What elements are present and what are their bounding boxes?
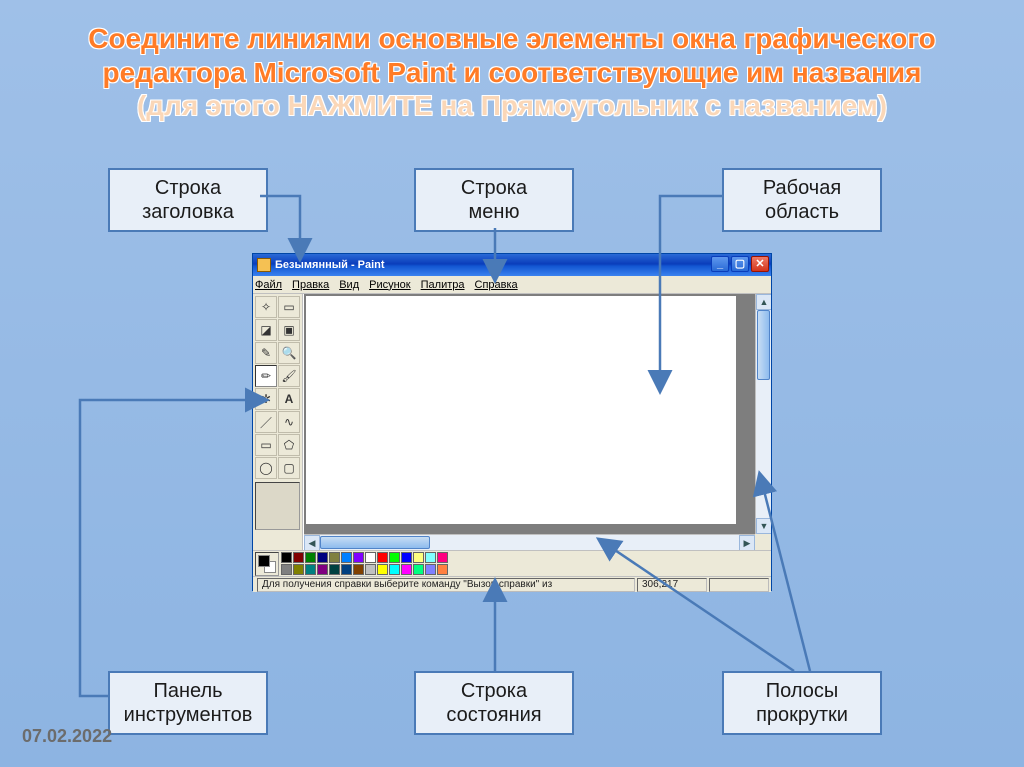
color-swatch[interactable]	[329, 552, 340, 563]
label-menu-bar[interactable]: Строка меню	[414, 168, 574, 232]
color-swatch[interactable]	[353, 552, 364, 563]
paint-menu-bar[interactable]: Файл Правка Вид Рисунок Палитра Справка	[253, 276, 771, 294]
color-swatch[interactable]	[389, 552, 400, 563]
color-swatch[interactable]	[389, 564, 400, 575]
tool-options[interactable]	[255, 482, 300, 530]
color-swatch[interactable]	[401, 564, 412, 575]
tool-ellipse-icon[interactable]: ◯	[255, 457, 277, 479]
paint-title-bar[interactable]: Безымянный - Paint _ ▢ ✕	[253, 254, 771, 276]
menu-item[interactable]: Правка	[292, 279, 329, 291]
label-work-area[interactable]: Рабочая область	[722, 168, 882, 232]
paint-title-text: Безымянный - Paint	[275, 259, 385, 271]
tool-text-icon[interactable]: A	[278, 388, 300, 410]
label-title-bar[interactable]: Строка заголовка	[108, 168, 268, 232]
color-swatch[interactable]	[365, 552, 376, 563]
paint-app-icon	[257, 258, 271, 272]
menu-item[interactable]: Палитра	[421, 279, 465, 291]
color-swatch[interactable]	[437, 552, 448, 563]
horizontal-scrollbar[interactable]: ◀ ▶	[304, 534, 755, 550]
scroll-down-icon[interactable]: ▼	[756, 518, 771, 534]
tool-brush-icon[interactable]: 🖌	[278, 365, 300, 387]
tool-rect-select-icon[interactable]: ▭	[278, 296, 300, 318]
tool-picker-icon[interactable]: ✎	[255, 342, 277, 364]
close-button[interactable]: ✕	[751, 256, 769, 272]
color-swatch[interactable]	[281, 564, 292, 575]
color-swatch[interactable]	[377, 552, 388, 563]
maximize-button[interactable]: ▢	[731, 256, 749, 272]
color-swatch[interactable]	[317, 564, 328, 575]
scroll-thumb[interactable]	[320, 536, 430, 549]
color-swatch[interactable]	[365, 564, 376, 575]
label-status-bar[interactable]: Строка состояния	[414, 671, 574, 735]
paint-toolbox[interactable]: ✧ ▭ ◪ ▣ ✎ 🔍 ✏ 🖌 ✲ A ／ ∿ ▭ ⬠ ◯ ▢	[253, 294, 303, 550]
color-swatch[interactable]	[413, 564, 424, 575]
menu-item[interactable]: Справка	[475, 279, 518, 291]
menu-item[interactable]: Вид	[339, 279, 359, 291]
color-swatch[interactable]	[305, 552, 316, 563]
fg-color-icon	[258, 555, 270, 567]
slide-title: Соедините линиями основные элементы окна…	[30, 22, 994, 123]
color-swatch[interactable]	[329, 564, 340, 575]
fg-bg-indicator[interactable]	[255, 552, 279, 576]
color-swatch[interactable]	[341, 552, 352, 563]
color-swatch[interactable]	[293, 552, 304, 563]
tool-polygon-icon[interactable]: ⬠	[278, 434, 300, 456]
status-coords: 306,217	[637, 578, 707, 592]
paint-status-bar: Для получения справки выберите команду "…	[253, 576, 771, 592]
color-swatch[interactable]	[437, 564, 448, 575]
title-line1: Соедините линиями основные элементы окна…	[88, 23, 936, 54]
scroll-up-icon[interactable]: ▲	[756, 294, 771, 310]
menu-item[interactable]: Файл	[255, 279, 282, 291]
slide-date: 07.02.2022	[22, 726, 112, 747]
color-swatch[interactable]	[293, 564, 304, 575]
color-swatch[interactable]	[425, 552, 436, 563]
tool-magnify-icon[interactable]: 🔍	[278, 342, 300, 364]
tool-pencil-icon[interactable]: ✏	[255, 365, 277, 387]
status-empty-cell	[709, 578, 769, 592]
color-swatch[interactable]	[425, 564, 436, 575]
status-message: Для получения справки выберите команду "…	[257, 578, 635, 592]
color-swatch[interactable]	[341, 564, 352, 575]
color-swatch[interactable]	[317, 552, 328, 563]
color-swatch[interactable]	[401, 552, 412, 563]
menu-item[interactable]: Рисунок	[369, 279, 411, 291]
color-swatch[interactable]	[305, 564, 316, 575]
label-scrollbars[interactable]: Полосы прокрутки	[722, 671, 882, 735]
paint-window: Безымянный - Paint _ ▢ ✕ Файл Правка Вид…	[252, 253, 772, 591]
tool-eraser-icon[interactable]: ◪	[255, 319, 277, 341]
tool-airbrush-icon[interactable]: ✲	[255, 388, 277, 410]
scroll-corner	[755, 534, 771, 550]
tool-line-icon[interactable]: ／	[255, 411, 277, 433]
title-line2: редактора Microsoft Paint и соответствую…	[103, 57, 922, 88]
tool-curve-icon[interactable]: ∿	[278, 411, 300, 433]
color-swatch[interactable]	[281, 552, 292, 563]
tool-rounded-rect-icon[interactable]: ▢	[278, 457, 300, 479]
vertical-scrollbar[interactable]: ▲ ▼	[755, 294, 771, 534]
color-swatch[interactable]	[377, 564, 388, 575]
color-swatch[interactable]	[353, 564, 364, 575]
paint-canvas-area[interactable]: ▲ ▼ ◀ ▶	[303, 294, 771, 550]
tool-fill-icon[interactable]: ▣	[278, 319, 300, 341]
paint-canvas[interactable]	[306, 296, 736, 524]
tool-free-select-icon[interactable]: ✧	[255, 296, 277, 318]
title-line3: (для этого НАЖМИТЕ на Прямоугольник с на…	[137, 90, 887, 121]
label-toolbox[interactable]: Панель инструментов	[108, 671, 268, 735]
color-swatch[interactable]	[413, 552, 424, 563]
scroll-right-icon[interactable]: ▶	[739, 535, 755, 550]
tool-rectangle-icon[interactable]: ▭	[255, 434, 277, 456]
minimize-button[interactable]: _	[711, 256, 729, 272]
scroll-left-icon[interactable]: ◀	[304, 535, 320, 550]
scroll-thumb[interactable]	[757, 310, 770, 380]
color-palette[interactable]	[253, 550, 771, 576]
